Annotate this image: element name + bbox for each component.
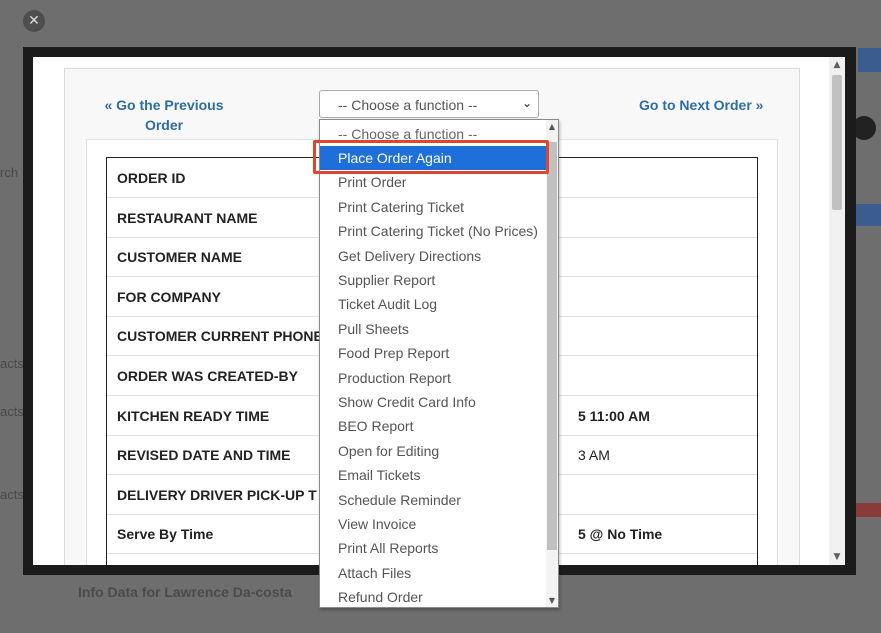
- highlight-box: [313, 140, 549, 174]
- background-fragment: acts: [0, 356, 24, 371]
- row-label: Serve By Time: [117, 526, 214, 542]
- row-label: CUSTOMER CURRENT PHONE: [117, 328, 323, 344]
- dropdown-option[interactable]: Print Catering Ticket (No Prices): [320, 219, 546, 243]
- dropdown-option[interactable]: Ticket Audit Log: [320, 292, 546, 316]
- function-dropdown-list: -- Choose a function -- Place Order Agai…: [319, 119, 559, 608]
- close-icon[interactable]: ✕: [23, 10, 45, 32]
- row-label: REVISED DATE AND TIME: [117, 447, 291, 463]
- scroll-up-icon[interactable]: ▲: [829, 57, 845, 73]
- dropdown-option[interactable]: Supplier Report: [320, 268, 546, 292]
- background-fragment: rch: [0, 165, 19, 180]
- row-label: DELIVERY DRIVER PICK-UP T: [117, 487, 317, 503]
- dropdown-option[interactable]: Open for Editing: [320, 439, 546, 463]
- dropdown-scrollbar[interactable]: ▲ ▼: [546, 120, 558, 607]
- scroll-down-icon[interactable]: ▼: [829, 549, 845, 565]
- function-select-value: -- Choose a function --: [338, 97, 478, 113]
- row-label: CUSTOMER NAME: [117, 249, 242, 265]
- dropdown-option[interactable]: BEO Report: [320, 414, 546, 438]
- function-select[interactable]: -- Choose a function -- ⌄: [319, 90, 539, 118]
- row-label: FOR COMPANY: [117, 289, 221, 305]
- dropdown-option[interactable]: Pull Sheets: [320, 317, 546, 341]
- dropdown-option[interactable]: Email Tickets: [320, 463, 546, 487]
- row-label: ORDER ID: [117, 170, 186, 186]
- dropdown-option[interactable]: Food Prep Report: [320, 341, 546, 365]
- dropdown-option[interactable]: Attach Files: [320, 561, 546, 585]
- dropdown-scroll-thumb[interactable]: [547, 142, 557, 550]
- background-fragment: acts: [0, 404, 24, 419]
- row-label: RESTAURANT NAME: [117, 210, 258, 226]
- row-value: 3 AM: [578, 447, 610, 463]
- row-label: KITCHEN READY TIME: [117, 408, 270, 424]
- background-tab: [858, 48, 881, 72]
- next-order-link[interactable]: Go to Next Order »: [639, 95, 763, 115]
- scroll-thumb[interactable]: [832, 75, 842, 210]
- scroll-up-icon[interactable]: ▲: [546, 122, 558, 131]
- dropdown-option[interactable]: View Invoice: [320, 512, 546, 536]
- previous-order-link[interactable]: « Go the Previous Order: [104, 95, 224, 135]
- dropdown-option[interactable]: Schedule Reminder: [320, 488, 546, 512]
- row-value: 5 @ No Time: [578, 526, 663, 542]
- background-footer-text: Info Data for Lawrence Da-costa: [78, 584, 292, 600]
- modal-scrollbar[interactable]: ▲ ▼: [829, 57, 845, 565]
- dropdown-option[interactable]: Print Catering Ticket: [320, 195, 546, 219]
- chevron-down-icon: ⌄: [521, 96, 532, 110]
- dropdown-option[interactable]: Show Credit Card Info: [320, 390, 546, 414]
- dropdown-option[interactable]: Print All Reports: [320, 536, 546, 560]
- row-label: ORDER WAS CREATED-BY: [117, 368, 298, 384]
- dropdown-option[interactable]: Refund Order: [320, 585, 546, 609]
- dropdown-option[interactable]: Get Delivery Directions: [320, 244, 546, 268]
- scroll-down-icon[interactable]: ▼: [546, 596, 558, 605]
- background-fragment: acts: [0, 487, 24, 502]
- row-value: 5 11:00 AM: [578, 408, 650, 424]
- background-badge: [855, 503, 881, 517]
- dropdown-option[interactable]: Production Report: [320, 366, 546, 390]
